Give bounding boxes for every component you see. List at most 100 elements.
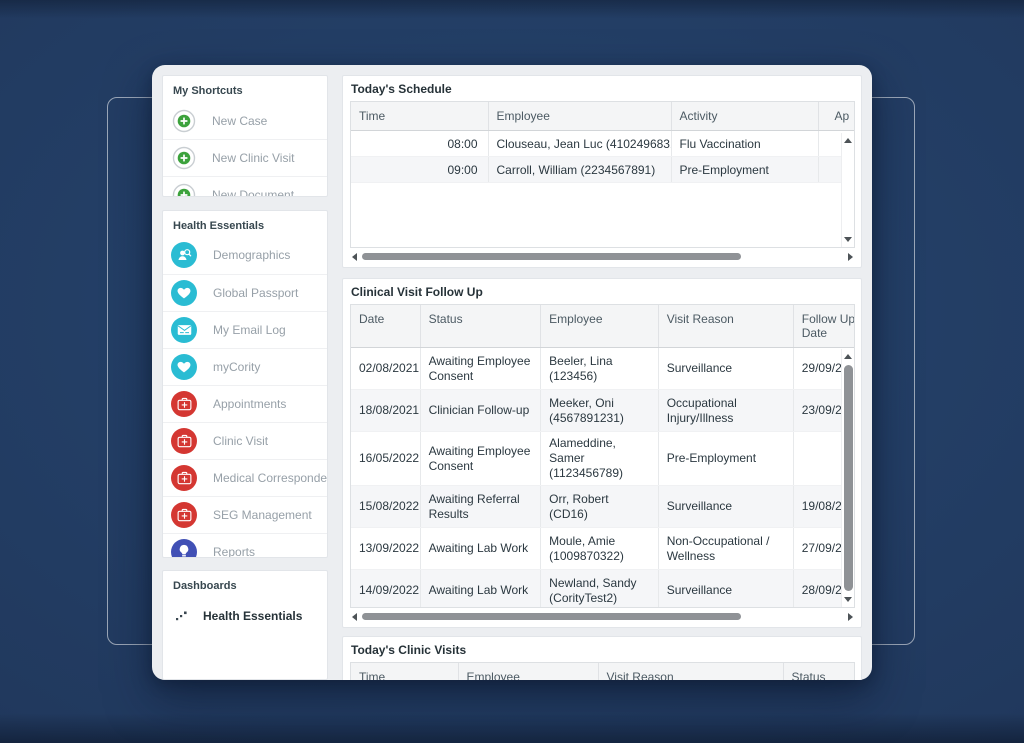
scroll-left-arrow[interactable]	[352, 613, 357, 621]
sidebar: My Shortcuts New Case New Clinic Visit	[162, 75, 328, 680]
table-row[interactable]: 08:00 Clouseau, Jean Luc (4102496831) Fl…	[351, 131, 855, 157]
sidebar-item-health-essentials-dashboard[interactable]: Health Essentials	[163, 597, 327, 634]
panel-title: Today's Clinic Visits	[343, 637, 861, 662]
column-header-visit-reason[interactable]: Visit Reason	[598, 663, 783, 680]
column-header-follow-up-date[interactable]: Follow Up Date	[793, 305, 855, 348]
cell-employee: Alameddine, Samer (1123456789)	[541, 432, 659, 486]
cell-visit-reason: Occupational Injury/Illness	[658, 390, 793, 432]
cell-date: 16/05/2022	[351, 432, 420, 486]
cell-employee: Orr, Robert (CD16)	[541, 486, 659, 528]
table-row[interactable]: 14/09/2022 Awaiting Lab Work Newland, Sa…	[351, 570, 855, 609]
column-header-employee[interactable]: Employee	[541, 305, 659, 348]
column-header-status[interactable]: Status	[420, 305, 541, 348]
plus-circle-icon	[172, 183, 196, 197]
panel-title: Today's Schedule	[343, 76, 861, 101]
column-header-status[interactable]: Status	[783, 663, 855, 680]
sidebar-item-label: New Clinic Visit	[212, 151, 294, 165]
horizontal-scrollbar[interactable]	[350, 250, 855, 263]
envelope-icon	[171, 317, 197, 343]
cell-time: 09:00	[351, 157, 488, 183]
heart-icon	[171, 280, 197, 306]
scroll-down-arrow[interactable]	[844, 237, 852, 242]
table-header-row: Date Status Employee Visit Reason Follow…	[351, 305, 855, 348]
table-row[interactable]: 16/05/2022 Awaiting Employee Consent Ala…	[351, 432, 855, 486]
todays-schedule-panel: Today's Schedule Time Employee Activity …	[342, 75, 862, 268]
cell-date: 13/09/2022	[351, 528, 420, 570]
table-header-row: Time Employee Visit Reason Status	[351, 663, 855, 680]
cell-status: Awaiting Referral Results	[420, 486, 541, 528]
scroll-down-arrow[interactable]	[844, 597, 852, 602]
todays-schedule-table: Time Employee Activity Ap 08:00 Clouseau…	[350, 101, 855, 248]
sidebar-item-appointments[interactable]: Appointments	[163, 385, 327, 422]
cell-employee: Meeker, Oni (4567891231)	[541, 390, 659, 432]
table-row[interactable]: 18/08/2021 Clinician Follow-up Meeker, O…	[351, 390, 855, 432]
cell-date: 02/08/2021	[351, 348, 420, 390]
column-header-activity[interactable]: Activity	[671, 102, 818, 131]
table-header-row: Time Employee Activity Ap	[351, 102, 855, 131]
cell-date: 18/08/2021	[351, 390, 420, 432]
sidebar-item-reports[interactable]: Reports	[163, 533, 327, 558]
cell-activity: Flu Vaccination	[671, 131, 818, 157]
scroll-right-arrow[interactable]	[848, 253, 853, 261]
column-header-time[interactable]: Time	[351, 663, 458, 680]
sidebar-item-label: Global Passport	[213, 286, 298, 300]
scrollbar-thumb[interactable]	[844, 365, 853, 591]
health-essentials-group-header: Health Essentials	[163, 211, 327, 237]
scroll-up-arrow[interactable]	[844, 138, 852, 143]
vertical-scrollbar[interactable]	[841, 349, 854, 607]
sidebar-item-my-email-log[interactable]: My Email Log	[163, 311, 327, 348]
sidebar-item-label: New Case	[212, 114, 267, 128]
lightbulb-icon	[171, 539, 197, 558]
scroll-right-arrow[interactable]	[848, 613, 853, 621]
medical-bag-icon	[171, 465, 197, 491]
table-row[interactable]: 15/08/2022 Awaiting Referral Results Orr…	[351, 486, 855, 528]
sidebar-item-label: Appointments	[213, 397, 286, 411]
sidebar-item-mycority[interactable]: myCority	[163, 348, 327, 385]
cell-activity: Pre-Employment	[671, 157, 818, 183]
heart-icon	[171, 354, 197, 380]
sidebar-item-label: SEG Management	[213, 508, 312, 522]
cell-visit-reason: Surveillance	[658, 486, 793, 528]
sidebar-item-new-document[interactable]: New Document	[163, 176, 327, 197]
scroll-up-arrow[interactable]	[844, 354, 852, 359]
page-background: My Shortcuts New Case New Clinic Visit	[0, 0, 1024, 743]
medical-bag-icon	[171, 502, 197, 528]
table-row[interactable]: 02/08/2021 Awaiting Employee Consent Bee…	[351, 348, 855, 390]
cell-date: 15/08/2022	[351, 486, 420, 528]
main-content: Today's Schedule Time Employee Activity …	[342, 75, 862, 680]
column-header-employee[interactable]: Employee	[488, 102, 671, 131]
sidebar-item-demographics[interactable]: Demographics	[163, 237, 327, 274]
plus-circle-icon	[172, 146, 196, 170]
column-header-visit-reason[interactable]: Visit Reason	[658, 305, 793, 348]
health-essentials-group: Health Essentials Demographics Global Pa…	[162, 210, 328, 558]
dashboards-group-header: Dashboards	[163, 571, 327, 597]
column-header-appointment[interactable]: Ap	[818, 102, 855, 131]
sidebar-item-global-passport[interactable]: Global Passport	[163, 274, 327, 311]
cell-visit-reason: Non-Occupational / Wellness	[658, 528, 793, 570]
sidebar-item-new-case[interactable]: New Case	[163, 102, 327, 139]
table-row[interactable]: 09:00 Carroll, William (2234567891) Pre-…	[351, 157, 855, 183]
clinical-visit-follow-up-table: Date Status Employee Visit Reason Follow…	[350, 304, 855, 608]
column-header-time[interactable]: Time	[351, 102, 488, 131]
sidebar-item-label: Demographics	[213, 248, 290, 262]
horizontal-scrollbar[interactable]	[350, 610, 855, 623]
sidebar-item-label: New Document	[212, 188, 294, 197]
medical-bag-icon	[171, 391, 197, 417]
cell-employee: Clouseau, Jean Luc (4102496831)	[488, 131, 671, 157]
column-header-employee[interactable]: Employee	[458, 663, 598, 680]
column-header-date[interactable]: Date	[351, 305, 420, 348]
sidebar-item-clinic-visit[interactable]: Clinic Visit	[163, 422, 327, 459]
sidebar-item-seg-management[interactable]: SEG Management	[163, 496, 327, 533]
scrollbar-thumb[interactable]	[362, 613, 741, 620]
scatter-chart-icon	[171, 609, 191, 622]
scroll-left-arrow[interactable]	[352, 253, 357, 261]
table-row[interactable]: 13/09/2022 Awaiting Lab Work Moule, Amie…	[351, 528, 855, 570]
dashboards-group: Dashboards Health Essentials	[162, 570, 328, 680]
sidebar-item-label: My Email Log	[213, 323, 286, 337]
scrollbar-thumb[interactable]	[362, 253, 741, 260]
sidebar-item-medical-correspondence[interactable]: Medical Correspondence	[163, 459, 327, 496]
panel-title: Clinical Visit Follow Up	[343, 279, 861, 304]
sidebar-item-new-clinic-visit[interactable]: New Clinic Visit	[163, 139, 327, 176]
cell-status: Awaiting Lab Work	[420, 528, 541, 570]
vertical-scrollbar[interactable]	[841, 133, 854, 247]
